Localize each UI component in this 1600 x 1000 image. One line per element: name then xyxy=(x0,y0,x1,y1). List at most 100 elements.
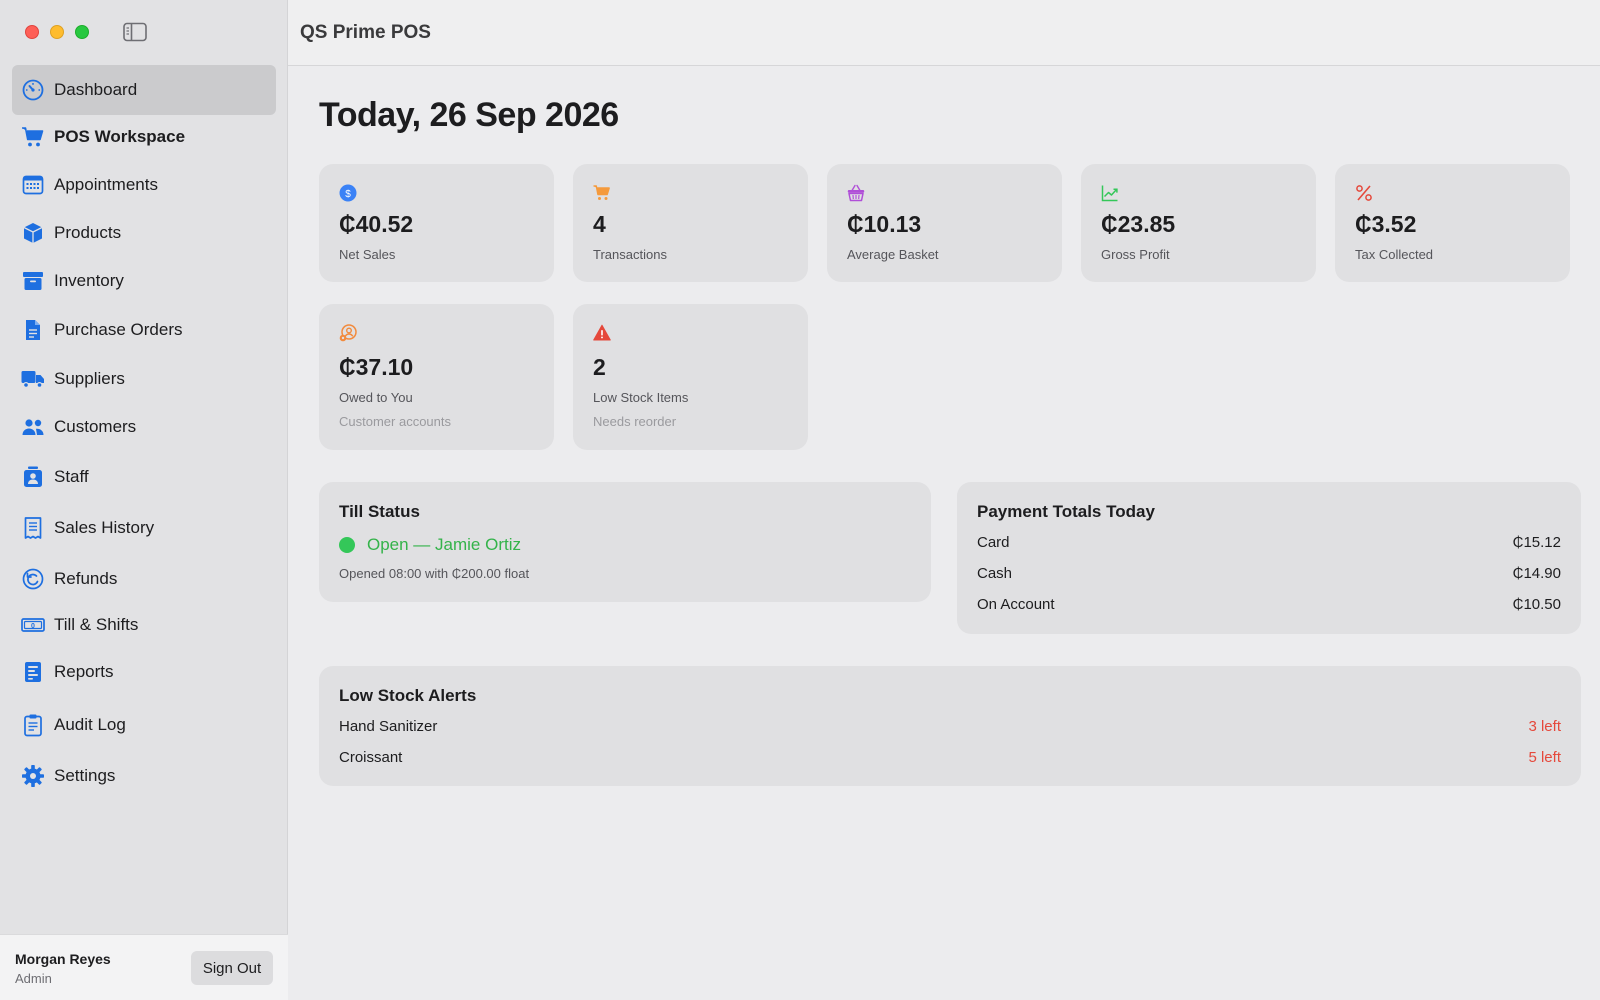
warning-triangle-icon xyxy=(593,324,611,342)
sidebar-item-label: Refunds xyxy=(54,569,118,588)
sidebar-item-label: Purchase Orders xyxy=(54,320,183,339)
sidebar-item-sales-history[interactable]: Sales History xyxy=(12,503,276,553)
sidebar: Dashboard POS Workspace Appointments Pro… xyxy=(0,0,288,1000)
list-item: Card ₵15.12 xyxy=(977,534,1561,551)
report-icon xyxy=(20,659,46,685)
app-window: Dashboard POS Workspace Appointments Pro… xyxy=(0,0,1600,1000)
list-item: Cash ₵14.90 xyxy=(977,565,1561,582)
sidebar-item-pos-workspace[interactable]: POS Workspace xyxy=(12,112,276,162)
payment-method: Card xyxy=(977,534,1010,551)
stat-label: Net Sales xyxy=(339,247,396,262)
stat-label: Average Basket xyxy=(847,247,939,262)
stat-value: ₵37.10 xyxy=(339,354,414,380)
sidebar-item-suppliers[interactable]: Suppliers xyxy=(12,354,276,404)
stat-card-gross-profit: ₵23.85 Gross Profit xyxy=(1081,164,1316,282)
till-status: Open — Jamie Ortiz xyxy=(339,535,521,555)
sidebar-item-label: Reports xyxy=(54,662,114,681)
sidebar-item-inventory[interactable]: Inventory xyxy=(12,256,276,306)
low-stock-alerts-card: Low Stock Alerts Hand Sanitizer 3 left C… xyxy=(319,666,1581,786)
sidebar-item-products[interactable]: Products xyxy=(12,208,276,258)
document-icon xyxy=(20,317,46,343)
person-circle-icon xyxy=(339,324,357,342)
zoom-window-button[interactable] xyxy=(75,25,89,39)
sidebar-item-audit-log[interactable]: Audit Log xyxy=(12,700,276,750)
section-title: Low Stock Alerts xyxy=(339,686,477,705)
sidebar-item-customers[interactable]: Customers xyxy=(12,402,276,452)
stat-card-low-stock-items: 2 Low Stock Items Needs reorder xyxy=(573,304,808,450)
sidebar-item-label: Sales History xyxy=(54,518,155,537)
payment-amount: ₵14.90 xyxy=(1512,565,1561,582)
sidebar-item-dashboard[interactable]: Dashboard xyxy=(12,65,276,115)
app-title: QS Prime POS xyxy=(300,21,431,43)
sidebar-item-staff[interactable]: Staff xyxy=(12,452,276,502)
stat-card-average-basket: ₵10.13 Average Basket xyxy=(827,164,1062,282)
sidebar-item-label: Settings xyxy=(54,766,116,785)
refund-arrow-icon xyxy=(20,566,46,592)
stock-quantity: 3 left xyxy=(1528,718,1561,735)
cart-icon xyxy=(593,184,611,202)
stat-label: Transactions xyxy=(593,247,667,262)
sidebar-item-label: Appointments xyxy=(54,175,158,194)
sidebar-item-label: Customers xyxy=(54,417,137,436)
stat-label: Owed to You xyxy=(339,390,413,405)
stat-label: Tax Collected xyxy=(1355,247,1434,262)
till-status-text: Open — Jamie Ortiz xyxy=(367,535,521,554)
sidebar-item-till-shifts[interactable]: 0 Till & Shifts xyxy=(12,600,276,650)
stat-value: ₵10.13 xyxy=(847,211,922,237)
stat-label: Low Stock Items xyxy=(593,390,689,405)
basket-icon xyxy=(847,184,865,202)
sidebar-item-settings[interactable]: Settings xyxy=(12,751,276,801)
stat-value: ₵40.52 xyxy=(339,211,414,237)
dashboard-gauge-icon xyxy=(20,77,46,103)
payment-method: Cash xyxy=(977,565,1013,582)
sidebar-toggle-icon[interactable] xyxy=(123,22,147,42)
stat-card-owed-to-you: ₵37.10 Owed to You Customer accounts xyxy=(319,304,554,450)
sidebar-item-label: Products xyxy=(54,223,122,242)
sidebar-item-reports[interactable]: Reports xyxy=(12,647,276,697)
payment-amount: ₵15.12 xyxy=(1512,534,1561,551)
sidebar-item-label: POS Workspace xyxy=(54,127,186,146)
till-status-card: Till Status Open — Jamie Ortiz Opened 08… xyxy=(319,482,931,602)
stat-card-net-sales: $ ₵40.52 Net Sales xyxy=(319,164,554,282)
sidebar-item-label: Audit Log xyxy=(54,715,126,734)
user-name: Morgan Reyes xyxy=(15,951,111,967)
stat-subtitle: Needs reorder xyxy=(593,414,677,429)
id-badge-icon xyxy=(20,464,46,490)
svg-text:0: 0 xyxy=(31,623,35,630)
stat-label: Gross Profit xyxy=(1101,247,1170,262)
sidebar-item-label: Staff xyxy=(54,467,89,486)
title-bar: QS Prime POS xyxy=(288,0,1600,66)
calendar-icon xyxy=(20,172,46,198)
payment-method: On Account xyxy=(977,596,1055,613)
receipt-icon xyxy=(20,515,46,541)
list-item: Hand Sanitizer 3 left xyxy=(339,718,1561,735)
sidebar-item-label: Dashboard xyxy=(54,80,138,99)
trend-chart-icon xyxy=(1101,184,1119,202)
archive-box-icon xyxy=(20,268,46,294)
stock-item-name: Croissant xyxy=(339,749,403,766)
box-icon xyxy=(20,220,46,246)
sidebar-item-label: Till & Shifts xyxy=(54,615,139,634)
section-title: Till Status xyxy=(339,502,420,521)
list-item: Croissant 5 left xyxy=(339,749,1561,766)
status-dot-icon xyxy=(339,537,355,553)
user-panel: Morgan Reyes Admin Sign Out xyxy=(0,934,288,1000)
sidebar-item-label: Inventory xyxy=(54,271,124,290)
stat-subtitle: Customer accounts xyxy=(339,414,451,429)
stat-value: ₵23.85 xyxy=(1101,211,1176,237)
clipboard-icon xyxy=(20,712,46,738)
dashboard-content: Today, 26 Sep 2026 $ ₵40.52 Net Sales 4 … xyxy=(289,66,1600,1000)
window-controls xyxy=(25,25,89,39)
sidebar-item-appointments[interactable]: Appointments xyxy=(12,160,276,210)
sidebar-item-refunds[interactable]: Refunds xyxy=(12,554,276,604)
till-note: Opened 08:00 with ₵200.00 float xyxy=(339,566,530,581)
close-window-button[interactable] xyxy=(25,25,39,39)
sidebar-item-purchase-orders[interactable]: Purchase Orders xyxy=(12,305,276,355)
list-item: On Account ₵10.50 xyxy=(977,596,1561,613)
people-icon xyxy=(20,414,46,440)
svg-text:$: $ xyxy=(345,189,351,200)
stat-card-transactions: 4 Transactions xyxy=(573,164,808,282)
sign-out-button[interactable]: Sign Out xyxy=(191,951,273,985)
minimize-window-button[interactable] xyxy=(50,25,64,39)
section-title: Payment Totals Today xyxy=(977,502,1155,521)
